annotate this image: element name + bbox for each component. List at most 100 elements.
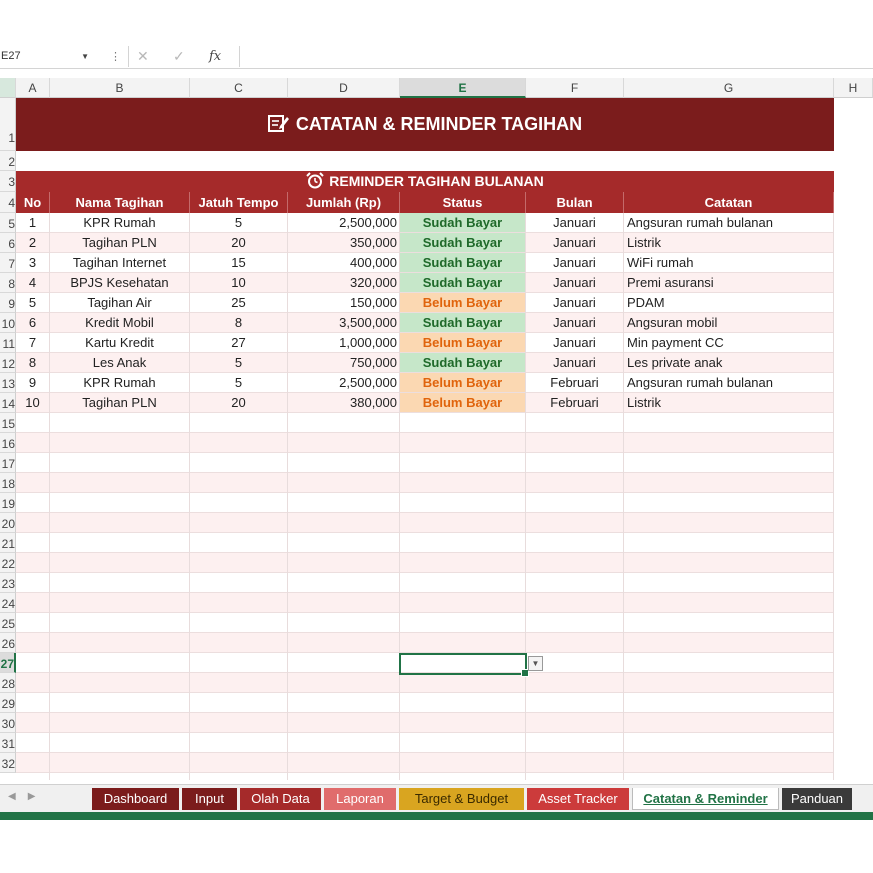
table-cell-nama[interactable]: Tagihan PLN bbox=[50, 393, 190, 413]
empty-row[interactable] bbox=[16, 493, 834, 513]
row-header-3[interactable]: 3 bbox=[0, 171, 16, 192]
row-header-8[interactable]: 8 bbox=[0, 273, 16, 293]
column-header-a[interactable]: A bbox=[16, 78, 50, 98]
table-cell-no[interactable]: 4 bbox=[16, 273, 50, 293]
table-cell-jatuh[interactable]: 10 bbox=[190, 273, 288, 293]
table-header-cell[interactable]: Catatan bbox=[624, 192, 834, 213]
table-cell-no[interactable]: 6 bbox=[16, 313, 50, 333]
row-header-23[interactable]: 23 bbox=[0, 573, 16, 593]
row-header-1[interactable]: 1 bbox=[0, 98, 16, 151]
row-header-20[interactable]: 20 bbox=[0, 513, 16, 533]
table-cell-no[interactable]: 10 bbox=[16, 393, 50, 413]
table-cell-bulan[interactable]: Februari bbox=[526, 393, 624, 413]
empty-row[interactable] bbox=[16, 753, 834, 773]
column-header-f[interactable]: F bbox=[526, 78, 624, 98]
table-header-cell[interactable]: Jatuh Tempo bbox=[190, 192, 288, 213]
tab-olah-data[interactable]: Olah Data bbox=[240, 788, 321, 810]
row-header-5[interactable]: 5 bbox=[0, 213, 16, 233]
empty-row[interactable] bbox=[16, 413, 834, 433]
table-cell-jatuh[interactable]: 25 bbox=[190, 293, 288, 313]
empty-row[interactable] bbox=[16, 713, 834, 733]
row-header-16[interactable]: 16 bbox=[0, 433, 16, 453]
table-cell-catatan[interactable]: Min payment CC bbox=[624, 333, 834, 353]
tab-input[interactable]: Input bbox=[182, 788, 237, 810]
cancel-icon[interactable]: ✕ bbox=[137, 46, 149, 67]
select-all-corner[interactable] bbox=[0, 78, 16, 98]
column-header-g[interactable]: G bbox=[624, 78, 834, 98]
validation-dropdown-button[interactable]: ▼ bbox=[528, 656, 543, 671]
table-cell-jumlah[interactable]: 2,500,000 bbox=[288, 373, 400, 393]
name-box[interactable]: E27 ▼ bbox=[0, 48, 95, 65]
table-cell-status[interactable]: Sudah Bayar bbox=[400, 213, 526, 233]
empty-row[interactable] bbox=[16, 553, 834, 573]
table-cell-bulan[interactable]: Januari bbox=[526, 353, 624, 373]
more-options-icon[interactable]: ⋮ bbox=[110, 50, 121, 63]
empty-row[interactable] bbox=[16, 533, 834, 553]
empty-row[interactable] bbox=[16, 573, 834, 593]
table-cell-no[interactable]: 5 bbox=[16, 293, 50, 313]
chevron-left-icon[interactable]: ◀ bbox=[8, 791, 16, 802]
table-cell-nama[interactable]: Kredit Mobil bbox=[50, 313, 190, 333]
table-cell-bulan[interactable]: Januari bbox=[526, 253, 624, 273]
check-icon[interactable]: ✓ bbox=[173, 46, 185, 67]
table-cell-catatan[interactable]: Listrik bbox=[624, 233, 834, 253]
row-header-26[interactable]: 26 bbox=[0, 633, 16, 653]
empty-row[interactable] bbox=[16, 733, 834, 753]
table-cell-nama[interactable]: KPR Rumah bbox=[50, 373, 190, 393]
table-header-cell[interactable]: Jumlah (Rp) bbox=[288, 192, 400, 213]
tab-target-budget[interactable]: Target & Budget bbox=[399, 788, 524, 810]
table-cell-no[interactable]: 1 bbox=[16, 213, 50, 233]
table-cell-jumlah[interactable]: 350,000 bbox=[288, 233, 400, 253]
worksheet[interactable]: ABCDEFGH 1 2 3 4 5 6 7 8 9 10 11 12 13 14 15 16 17 18 19 20… bbox=[0, 78, 873, 780]
row-header-15[interactable]: 15 bbox=[0, 413, 16, 433]
table-cell-jatuh[interactable]: 5 bbox=[190, 213, 288, 233]
row-header-2[interactable]: 2 bbox=[0, 151, 16, 171]
table-cell-bulan[interactable]: Januari bbox=[526, 273, 624, 293]
table-cell-bulan[interactable]: Januari bbox=[526, 333, 624, 353]
table-cell-status[interactable]: Belum Bayar bbox=[400, 293, 526, 313]
table-cell-no[interactable]: 7 bbox=[16, 333, 50, 353]
table-cell-nama[interactable]: Tagihan PLN bbox=[50, 233, 190, 253]
row-header-14[interactable]: 14 bbox=[0, 393, 16, 413]
selected-cell[interactable] bbox=[399, 653, 529, 677]
table-cell-no[interactable]: 2 bbox=[16, 233, 50, 253]
table-cell-catatan[interactable]: Angsuran rumah bulanan bbox=[624, 213, 834, 233]
row-header-24[interactable]: 24 bbox=[0, 593, 16, 613]
row-header-30[interactable]: 30 bbox=[0, 713, 16, 733]
table-header-cell[interactable]: Status bbox=[400, 192, 526, 213]
table-header-cell[interactable]: Bulan bbox=[526, 192, 624, 213]
table-cell-bulan[interactable]: Januari bbox=[526, 213, 624, 233]
table-cell-bulan[interactable]: Januari bbox=[526, 293, 624, 313]
column-header-b[interactable]: B bbox=[50, 78, 190, 98]
empty-row[interactable] bbox=[16, 633, 834, 653]
tab-catatan-reminder[interactable]: Catatan & Reminder bbox=[632, 788, 779, 810]
row-header-18[interactable]: 18 bbox=[0, 473, 16, 493]
row-header-29[interactable]: 29 bbox=[0, 693, 16, 713]
row-header-27[interactable]: 27 bbox=[0, 653, 16, 673]
empty-row[interactable] bbox=[16, 613, 834, 633]
chevron-down-icon[interactable]: ▼ bbox=[81, 48, 89, 65]
empty-row[interactable] bbox=[16, 433, 834, 453]
row-header-9[interactable]: 9 bbox=[0, 293, 16, 313]
tab-laporan[interactable]: Laporan bbox=[324, 788, 396, 810]
table-cell-status[interactable]: Belum Bayar bbox=[400, 373, 526, 393]
table-cell-jumlah[interactable]: 150,000 bbox=[288, 293, 400, 313]
table-cell-nama[interactable]: BPJS Kesehatan bbox=[50, 273, 190, 293]
table-cell-catatan[interactable]: WiFi rumah bbox=[624, 253, 834, 273]
row-header-32[interactable]: 32 bbox=[0, 753, 16, 773]
table-cell-catatan[interactable]: Angsuran mobil bbox=[624, 313, 834, 333]
row-header-28[interactable]: 28 bbox=[0, 673, 16, 693]
chevron-right-icon[interactable]: ▶ bbox=[28, 791, 36, 802]
formula-input[interactable] bbox=[240, 48, 873, 65]
empty-row[interactable] bbox=[16, 693, 834, 713]
table-cell-status[interactable]: Sudah Bayar bbox=[400, 233, 526, 253]
table-cell-jatuh[interactable]: 15 bbox=[190, 253, 288, 273]
table-cell-jatuh[interactable]: 5 bbox=[190, 353, 288, 373]
row-header-10[interactable]: 10 bbox=[0, 313, 16, 333]
table-cell-catatan[interactable]: Listrik bbox=[624, 393, 834, 413]
table-header-cell[interactable]: No bbox=[16, 192, 50, 213]
table-cell-nama[interactable]: KPR Rumah bbox=[50, 213, 190, 233]
table-cell-catatan[interactable]: Angsuran rumah bulanan bbox=[624, 373, 834, 393]
empty-row[interactable] bbox=[16, 673, 834, 693]
tab-dashboard[interactable]: Dashboard bbox=[92, 788, 179, 810]
